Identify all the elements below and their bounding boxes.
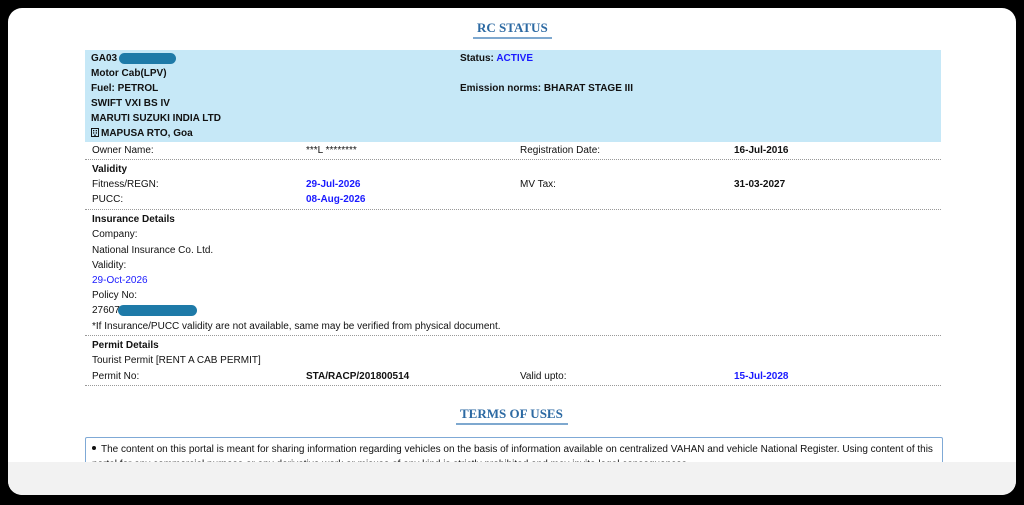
insurance-note: *If Insurance/PUCC validity are not avai… — [92, 321, 501, 332]
permit-valid-upto-label: Valid upto: — [520, 371, 567, 382]
pucc-label: PUCC: — [92, 194, 124, 205]
rto-name: MAPUSA RTO, Goa — [101, 128, 193, 139]
status-label: Status: — [460, 53, 494, 64]
divider — [85, 335, 941, 336]
insurance-validity-value: 29-Oct-2026 — [92, 275, 148, 286]
policy-number-label: Policy No: — [92, 290, 138, 301]
divider — [85, 209, 941, 210]
status: Status: ACTIVE — [460, 52, 533, 65]
redacted-registration-mask — [119, 53, 176, 64]
registration-date-value: 16-Jul-2016 — [734, 145, 789, 156]
bullet-icon — [92, 446, 96, 450]
permit-valid-upto-value: 15-Jul-2028 — [734, 371, 789, 382]
insurance-company-label: Company: — [92, 229, 138, 240]
permit-number-value: STA/RACP/201800514 — [306, 371, 410, 382]
vehicle-class: Motor Cab(LPV) — [91, 68, 167, 79]
registration-date-label: Registration Date: — [520, 145, 601, 156]
fitness-label: Fitness/REGN: — [92, 179, 159, 190]
mv-tax-value: 31-03-2027 — [734, 179, 786, 190]
divider — [85, 385, 941, 386]
owner-name-label: Owner Name: — [92, 145, 154, 156]
vehicle-summary-panel: GA03 Motor Cab(LPV) Fuel: PETROL SWIFT V… — [85, 50, 941, 142]
emission-norms: Emission norms: BHARAT STAGE III — [460, 83, 633, 94]
permit-number-label: Permit No: — [92, 371, 140, 382]
mv-tax-label: MV Tax: — [520, 179, 556, 190]
building-icon — [91, 128, 99, 137]
terms-underline — [456, 423, 568, 425]
registration-number: GA03 — [91, 53, 118, 64]
insurance-heading: Insurance Details — [92, 214, 175, 225]
pucc-value: 08-Aug-2026 — [306, 194, 366, 205]
rc-status-title: RC STATUS — [477, 20, 548, 35]
status-badge: ACTIVE — [496, 53, 533, 64]
validity-heading: Validity — [92, 164, 128, 175]
fitness-value: 29-Jul-2026 — [306, 179, 361, 190]
policy-number-value: 27607 — [92, 305, 120, 316]
insurance-validity-label: Validity: — [92, 260, 127, 271]
divider — [85, 159, 941, 160]
rc-status-underline — [473, 37, 552, 39]
owner-name-value: ***L ******** — [306, 145, 357, 156]
permit-heading: Permit Details — [92, 340, 159, 351]
insurance-company-value: National Insurance Co. Ltd. — [92, 245, 214, 256]
redacted-policy-mask — [118, 305, 197, 316]
terms-title: TERMS OF USES — [460, 406, 563, 421]
fuel-type: Fuel: PETROL — [91, 83, 159, 94]
page-frame: RC STATUS GA03 Motor Cab(LPV) Fuel: PETR… — [8, 8, 1016, 495]
vehicle-model: SWIFT VXI BS IV — [91, 98, 170, 109]
permit-type: Tourist Permit [RENT A CAB PERMIT] — [92, 355, 261, 366]
rto-location: MAPUSA RTO, Goa — [91, 127, 193, 140]
bottom-overlay-bar — [8, 462, 1016, 495]
vehicle-maker: MARUTI SUZUKI INDIA LTD — [91, 113, 221, 124]
